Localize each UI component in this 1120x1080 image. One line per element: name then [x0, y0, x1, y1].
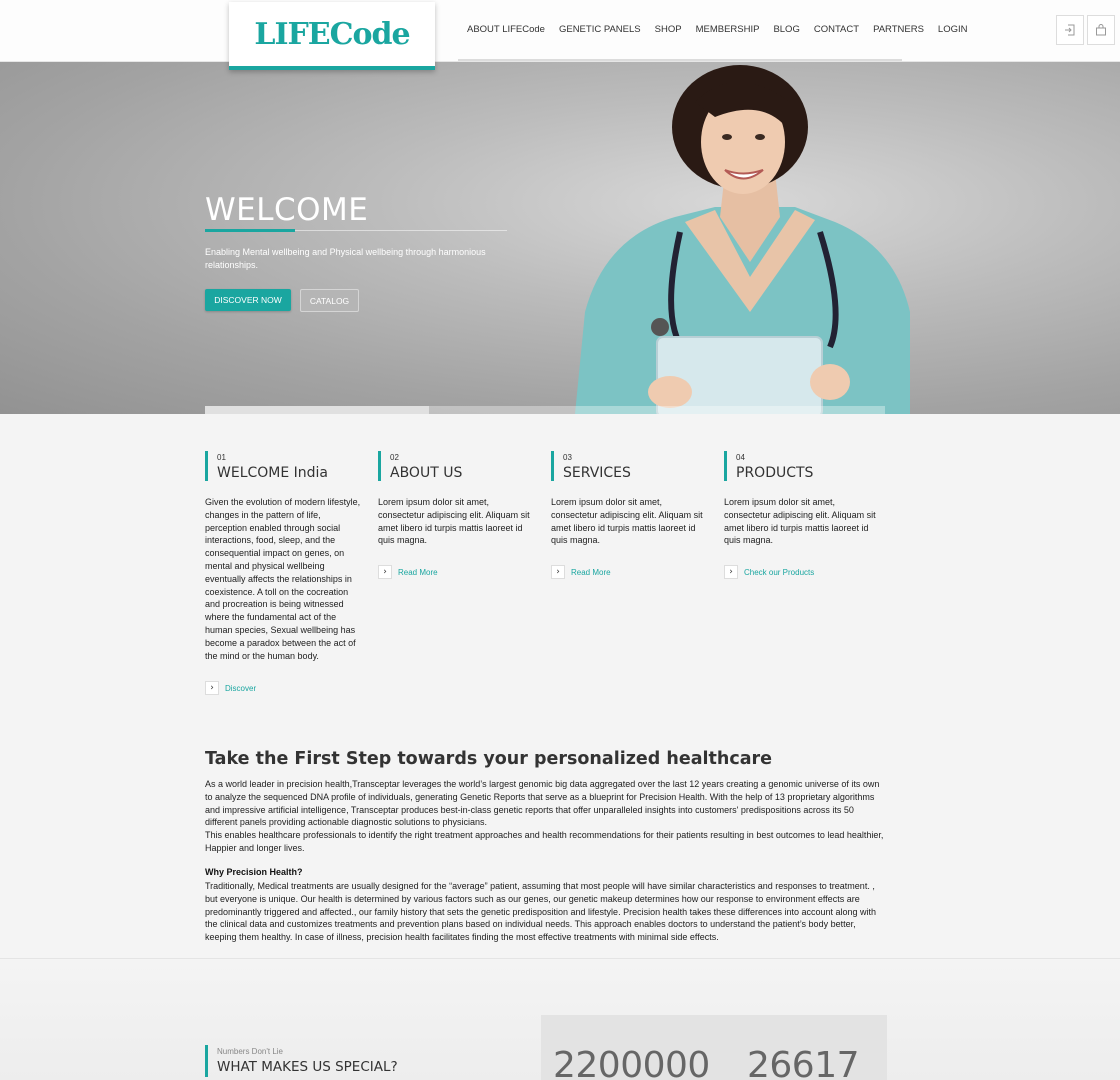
- login-icon: [1065, 24, 1075, 36]
- link-label: Read More: [398, 567, 438, 577]
- nav-shop[interactable]: SHOP: [655, 24, 682, 35]
- logo[interactable]: LIFECode: [229, 2, 435, 70]
- slider-progress-active[interactable]: [205, 406, 429, 414]
- hero-title: WELCOME: [205, 192, 369, 228]
- intro-title: Take the First Step towards your persona…: [205, 749, 773, 769]
- site-header: ABOUT LIFECode GENETIC PANELS SHOP MEMBE…: [0, 0, 1120, 62]
- numbers-accent-bar: [205, 1045, 208, 1077]
- stat-value: 2200000: [553, 1045, 710, 1080]
- feature-text: Given the evolution of modern lifestyle,…: [205, 497, 361, 661]
- numbers-eyebrow: Numbers Don't Lie: [217, 1047, 283, 1056]
- nav-membership[interactable]: MEMBERSHIP: [696, 24, 760, 35]
- read-more-link[interactable]: › Read More: [551, 565, 611, 579]
- login-button[interactable]: [1056, 15, 1084, 45]
- nav-blog[interactable]: BLOG: [773, 24, 799, 35]
- link-label: Read More: [571, 567, 611, 577]
- read-more-link[interactable]: › Read More: [378, 565, 438, 579]
- doctor-image: [575, 65, 910, 414]
- feature-text: Lorem ipsum dolor sit amet, consectetur …: [378, 497, 530, 546]
- why-precision-paragraph: Traditionally, Medical treatments are us…: [205, 881, 877, 943]
- feature-number: 02: [390, 453, 399, 462]
- cart-icon: [1096, 24, 1106, 36]
- intro-paragraph: As a world leader in precision health,Tr…: [205, 779, 880, 828]
- nav-about[interactable]: ABOUT LIFECode: [467, 24, 545, 35]
- feature-text: Lorem ipsum dolor sit amet, consectetur …: [724, 497, 876, 546]
- feature-accent-bar: [378, 451, 381, 481]
- main-nav: ABOUT LIFECode GENETIC PANELS SHOP MEMBE…: [467, 24, 967, 35]
- feature-title: PRODUCTS: [736, 465, 814, 481]
- chevron-right-icon: ›: [551, 565, 565, 579]
- nav-login[interactable]: LOGIN: [938, 24, 968, 35]
- discover-link[interactable]: › Discover: [205, 681, 256, 695]
- link-label: Discover: [225, 683, 257, 693]
- stat-value: 26617: [747, 1045, 860, 1080]
- chevron-right-icon: ›: [378, 565, 392, 579]
- feature-number: 03: [563, 453, 572, 462]
- cart-button[interactable]: [1087, 15, 1115, 45]
- feature-title: SERVICES: [563, 465, 631, 481]
- intro-paragraph-2: This enables healthcare professionals to…: [205, 830, 884, 853]
- feature-title: ABOUT US: [390, 465, 463, 481]
- nav-genetic-panels[interactable]: GENETIC PANELS: [559, 24, 641, 35]
- chevron-right-icon: ›: [205, 681, 219, 695]
- why-precision-heading: Why Precision Health?: [205, 867, 303, 877]
- chevron-right-icon: ›: [724, 565, 738, 579]
- nav-partners[interactable]: PARTNERS: [873, 24, 924, 35]
- feature-text: Lorem ipsum dolor sit amet, consectetur …: [551, 497, 703, 546]
- feature-accent-bar: [205, 451, 208, 481]
- logo-text: LIFECode: [254, 16, 410, 52]
- stats-panel: 2200000 26617: [541, 1015, 887, 1080]
- feature-accent-bar: [724, 451, 727, 481]
- check-products-link[interactable]: › Check our Products: [724, 565, 814, 579]
- feature-number: 01: [217, 453, 226, 462]
- hero-banner: WELCOME Enabling Mental wellbeing and Ph…: [0, 62, 1120, 414]
- hero-subtitle: Enabling Mental wellbeing and Physical w…: [205, 247, 486, 270]
- feature-title: WELCOME India: [217, 465, 329, 481]
- discover-now-button[interactable]: DISCOVER NOW: [205, 289, 291, 311]
- hero-divider-accent: [205, 229, 295, 232]
- nav-contact[interactable]: CONTACT: [814, 24, 859, 35]
- numbers-title: WHAT MAKES US SPECIAL?: [217, 1059, 398, 1075]
- feature-accent-bar: [551, 451, 554, 481]
- catalog-button[interactable]: CATALOG: [300, 289, 359, 312]
- link-label: Check our Products: [744, 567, 815, 577]
- feature-number: 04: [736, 453, 745, 462]
- nav-divider: [458, 59, 902, 61]
